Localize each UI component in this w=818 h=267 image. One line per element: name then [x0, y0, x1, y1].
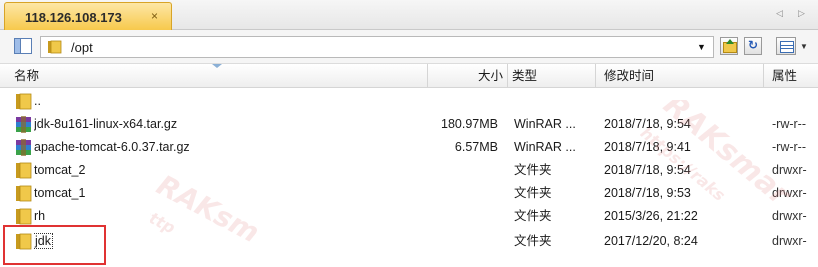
file-row[interactable]: jdk-8u161-linux-x64.tar.gz 180.97MB WinR…: [0, 113, 818, 136]
file-attr: drwxr-: [772, 163, 807, 177]
file-mtime: 2018/7/18, 9:54: [604, 117, 691, 131]
file-name: apache-tomcat-6.0.37.tar.gz: [34, 140, 190, 154]
file-attr: -rw-r--: [772, 140, 807, 154]
panel-toggle-icon[interactable]: [14, 38, 32, 54]
file-mtime: 2018/7/18, 9:53: [604, 186, 691, 200]
tab-prev-icon[interactable]: ◁: [776, 8, 783, 19]
column-header-mtime[interactable]: 修改时间: [596, 64, 764, 88]
path-input[interactable]: /opt ▼: [40, 36, 714, 58]
view-menu-icon[interactable]: ▼: [800, 42, 808, 51]
tab-next-icon[interactable]: ▷: [798, 8, 805, 19]
file-name: tomcat_1: [34, 186, 86, 200]
file-type: WinRAR ...: [514, 140, 576, 154]
file-type: WinRAR ...: [514, 117, 576, 131]
folder-icon: [16, 185, 32, 202]
file-name: ..: [34, 94, 41, 108]
column-attr-label: 属性: [772, 69, 798, 83]
file-attr: drwxr-: [772, 186, 807, 200]
file-row[interactable]: rh 文件夹 2015/3/26, 21:22 drwxr-: [0, 205, 818, 228]
file-attr: -rw-r--: [772, 117, 807, 131]
column-header-type[interactable]: 类型: [508, 64, 596, 88]
folder-icon: [16, 162, 32, 179]
file-type: 文件夹: [514, 209, 552, 223]
column-header-name[interactable]: 名称: [0, 64, 428, 88]
file-row[interactable]: apache-tomcat-6.0.37.tar.gz 6.57MB WinRA…: [0, 136, 818, 159]
column-type-label: 类型: [512, 69, 538, 83]
tab-close-icon[interactable]: ×: [151, 9, 158, 23]
column-header-attr[interactable]: 属性: [764, 64, 818, 88]
file-mtime: 2017/12/20, 8:24: [604, 234, 698, 248]
tab-session[interactable]: 118.126.108.173 ×: [4, 2, 172, 30]
refresh-button[interactable]: ↻: [744, 37, 762, 55]
list-header: 名称 大小 类型 修改时间 属性: [0, 64, 818, 88]
file-row[interactable]: tomcat_1 文件夹 2018/7/18, 9:53 drwxr-: [0, 182, 818, 205]
column-size-label: 大小: [477, 69, 503, 83]
file-type: 文件夹: [514, 186, 552, 200]
view-mode-button[interactable]: [776, 37, 796, 55]
folder-up-icon: [16, 93, 32, 110]
tab-title: 118.126.108.173: [25, 10, 122, 25]
file-name: tomcat_2: [34, 163, 86, 177]
file-attr: drwxr-: [772, 209, 807, 223]
file-list: 名称 大小 类型 修改时间 属性 .. jdk-8u161-linux-x64.…: [0, 64, 818, 267]
parent-folder-button[interactable]: [720, 37, 738, 55]
column-header-size[interactable]: 大小: [428, 64, 508, 88]
column-mtime-label: 修改时间: [604, 69, 655, 83]
file-attr: drwxr-: [772, 234, 807, 248]
file-mtime: 2018/7/18, 9:54: [604, 163, 691, 177]
file-type: 文件夹: [514, 234, 552, 248]
archive-icon: [16, 139, 31, 156]
file-row[interactable]: tomcat_2 文件夹 2018/7/18, 9:54 drwxr-: [0, 159, 818, 182]
path-toolbar: /opt ▼ ↻ ▼: [0, 30, 818, 64]
path-value: /opt: [71, 40, 93, 55]
file-size: 180.97MB: [441, 117, 498, 131]
file-size: 6.57MB: [454, 140, 498, 154]
file-row[interactable]: jdk 文件夹 2017/12/20, 8:24 drwxr-: [0, 230, 818, 253]
file-row[interactable]: ..: [0, 90, 818, 113]
file-mtime: 2015/3/26, 21:22: [604, 209, 698, 223]
tab-strip: 118.126.108.173 × ◁ ▷: [0, 0, 818, 30]
file-name: jdk-8u161-linux-x64.tar.gz: [34, 117, 178, 131]
folder-icon: [48, 40, 62, 54]
column-name-label: 名称: [14, 69, 40, 83]
archive-icon: [16, 116, 31, 133]
sort-indicator-icon: [212, 64, 222, 68]
annotation-highlight-box: [3, 225, 106, 265]
folder-icon: [16, 208, 32, 225]
file-mtime: 2018/7/18, 9:41: [604, 140, 691, 154]
file-type: 文件夹: [514, 163, 552, 177]
path-dropdown-icon[interactable]: ▼: [697, 42, 706, 52]
